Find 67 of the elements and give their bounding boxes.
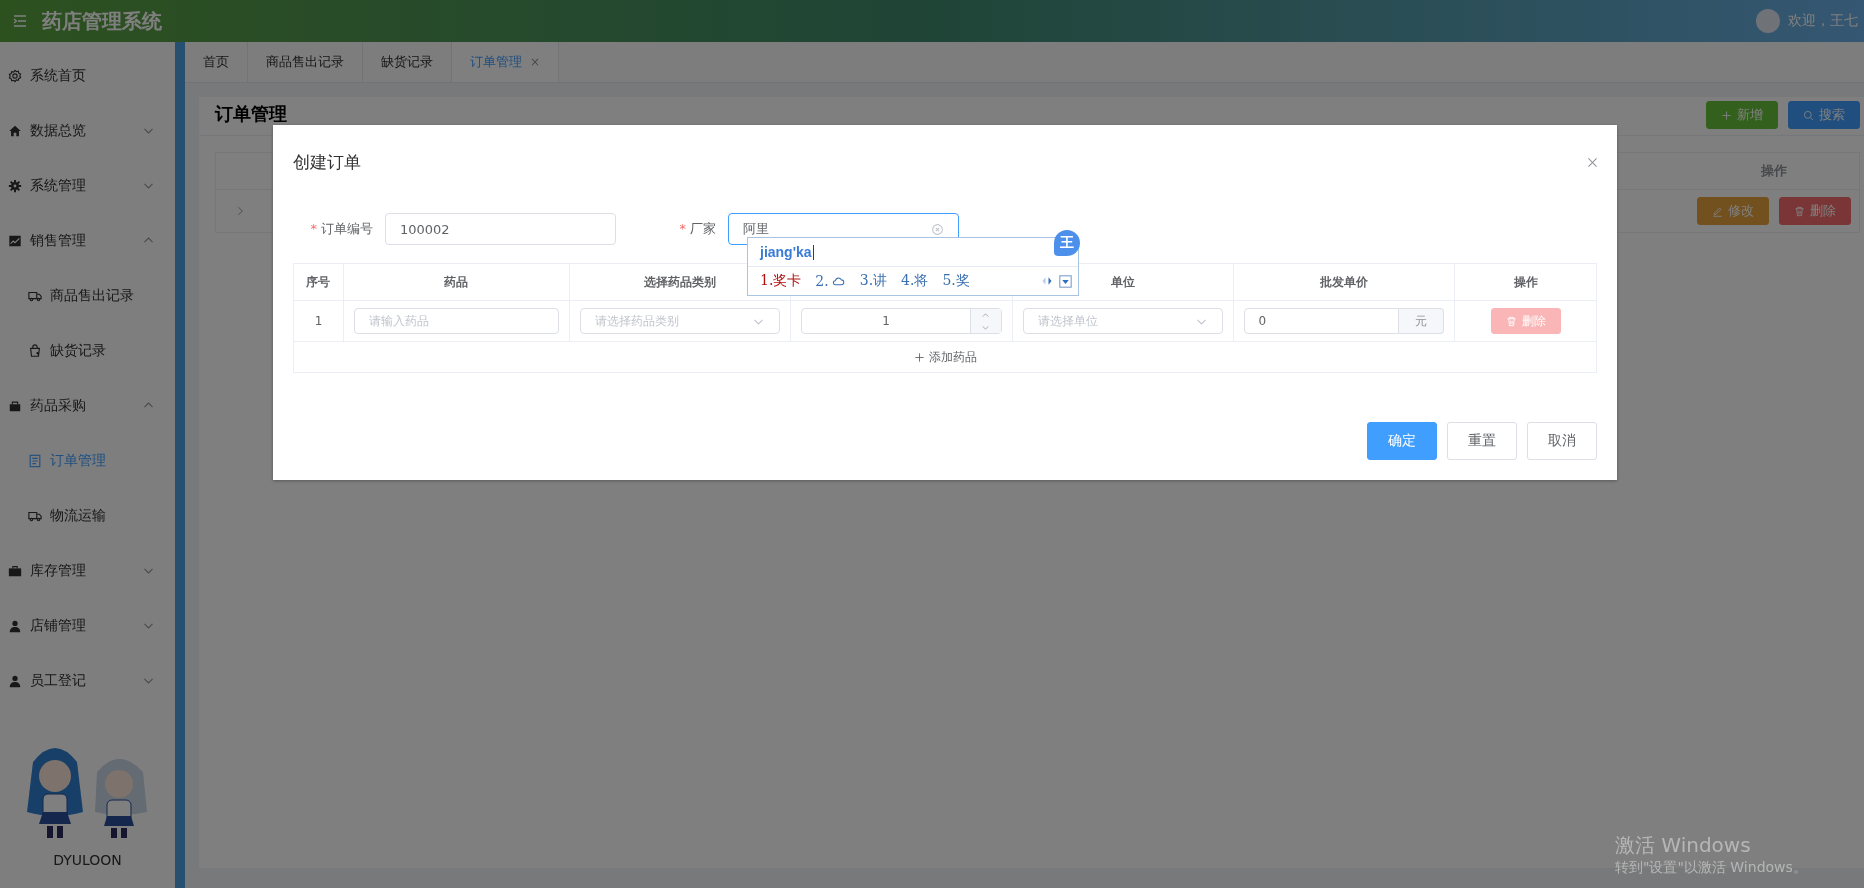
trash-icon — [1794, 205, 1805, 217]
avatar[interactable] — [1756, 9, 1780, 33]
sidebar-item[interactable]: 店铺管理 — [0, 598, 175, 653]
plus-icon — [1721, 109, 1732, 121]
person-icon — [8, 673, 22, 688]
row-number: 1 — [314, 314, 323, 328]
column-header: 操作 — [1513, 273, 1538, 291]
gear-icon — [8, 178, 22, 193]
ime-badge: 王 — [1054, 230, 1080, 256]
search-icon — [1803, 109, 1814, 121]
ime-composition: jiang'ka — [760, 244, 812, 260]
field-label: * 订单编号 — [309, 220, 374, 238]
gear-icon — [8, 68, 22, 83]
pencil-icon — [1712, 205, 1723, 217]
cancel-button[interactable]: 取消 — [1527, 422, 1597, 460]
page-title: 订单管理 — [215, 103, 287, 125]
briefcase-icon — [8, 563, 22, 578]
sidebar-item[interactable]: 缺货记录 — [0, 323, 175, 378]
sidebar-item[interactable]: 系统首页 — [0, 48, 175, 103]
home-icon — [8, 123, 22, 138]
input-field[interactable]: 100002 — [385, 213, 616, 245]
sidebar-item[interactable]: 库存管理 — [0, 543, 175, 598]
clear-icon — [931, 222, 944, 236]
dropdown-icon — [1059, 274, 1072, 288]
notice-text: 转到"设置"以激活 Windows。 — [1615, 859, 1807, 877]
bag-icon — [8, 398, 22, 413]
sidebar-item[interactable]: 商品售出记录 — [0, 268, 175, 323]
chevron-up-icon — [981, 310, 991, 320]
page-tab[interactable]: 首页 — [185, 42, 248, 82]
menu-icon — [12, 13, 28, 29]
plus-icon — [913, 351, 925, 363]
ime-candidate[interactable]: 5.奖 — [942, 272, 970, 290]
chart-icon — [8, 233, 22, 248]
close-icon — [1586, 155, 1599, 169]
column-header: 选择药品类别 — [643, 273, 716, 291]
number-field[interactable]: 1 — [801, 308, 1002, 334]
confirm-button[interactable]: 确定 — [1367, 422, 1437, 460]
ime-candidate[interactable]: 1.奖卡 — [760, 272, 802, 290]
sidebar-item[interactable]: 系统管理 — [0, 158, 175, 213]
field-label: * 厂家 — [678, 220, 717, 238]
add-medicine-button[interactable]: 添加药品 — [294, 342, 1596, 372]
column-header: 单位 — [1110, 273, 1135, 291]
currency-addon: 元 — [1399, 308, 1445, 334]
dialog-title: 创建订单 — [293, 150, 361, 174]
ime-candidate[interactable]: 3.讲 — [859, 272, 888, 290]
sidebar-item[interactable]: 数据总览 — [0, 103, 175, 158]
column-header: 序号 — [306, 273, 331, 291]
reset-button[interactable]: 重置 — [1447, 422, 1517, 460]
cloud-icon — [830, 274, 846, 288]
app-title: 药店管理系统 — [42, 7, 162, 35]
mascot-caption: DYULOON — [53, 852, 122, 868]
trash-icon — [1505, 315, 1517, 327]
sidebar-item[interactable]: 物流运输 — [0, 488, 175, 543]
sidebar-item[interactable]: 药品采购 — [0, 378, 175, 433]
sidebar-item[interactable]: 员工登记 — [0, 653, 175, 708]
ime-candidate[interactable]: 2. — [815, 273, 846, 289]
document-icon — [28, 453, 42, 468]
page-tab[interactable]: 商品售出记录 — [248, 42, 363, 82]
ime-candidate[interactable]: 4.将 — [901, 272, 929, 290]
delete-button[interactable]: 删除 — [1779, 197, 1851, 225]
person-icon — [8, 618, 22, 633]
close-icon[interactable]: × — [530, 55, 541, 69]
input-field[interactable]: 0 — [1243, 308, 1400, 334]
column-header: 批发单价 — [1319, 273, 1368, 291]
column-header: 药品 — [444, 273, 469, 291]
bag-icon — [28, 343, 42, 358]
sidebar-item[interactable]: 销售管理 — [0, 213, 175, 268]
